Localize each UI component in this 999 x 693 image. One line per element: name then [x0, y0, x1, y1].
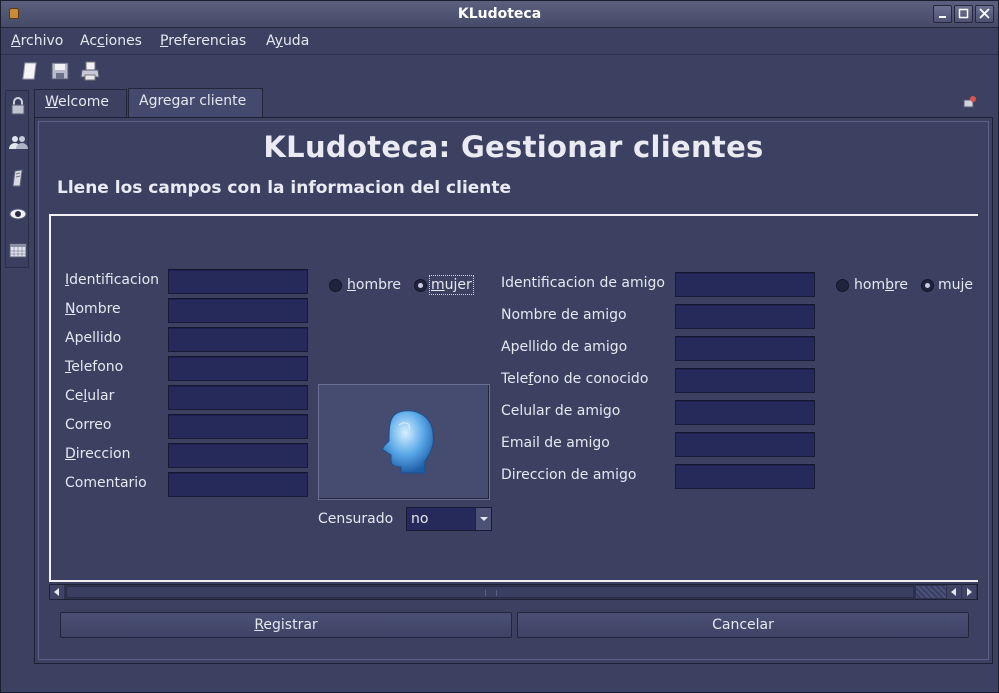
close-tab-icon: [963, 96, 976, 108]
app-window: KLudoteca Archivo Acciones Preferencias …: [0, 0, 999, 693]
minimize-button[interactable]: [933, 5, 952, 23]
menu-ayuda[interactable]: Ayuda: [266, 33, 309, 49]
calendar-button[interactable]: [8, 240, 28, 260]
print-icon: [80, 61, 100, 81]
arrow-left-icon: [951, 588, 956, 596]
friend-direccion-field[interactable]: [675, 464, 815, 489]
minimize-icon: [939, 16, 946, 18]
scroll-thumb[interactable]: [66, 586, 914, 598]
nombre-label: Nombre: [65, 301, 121, 317]
users-button[interactable]: [8, 132, 28, 152]
scroll-left-button[interactable]: [50, 585, 64, 599]
friend-mujer-radio[interactable]: [921, 279, 934, 292]
nombre-field[interactable]: [168, 298, 308, 323]
title-bar[interactable]: KLudoteca: [1, 1, 998, 28]
celular-field[interactable]: [168, 385, 308, 410]
friend-hombre-label[interactable]: hombre: [854, 277, 908, 293]
identificacion-label: Identificacion: [65, 272, 160, 288]
grip-icon: [485, 590, 497, 596]
maximize-icon: [958, 8, 969, 19]
mujer-radio[interactable]: [414, 279, 427, 292]
friend-nombre-label: Nombre de amigo: [501, 307, 627, 323]
friend-celular-label: Celular de amigo: [501, 403, 621, 419]
correo-field[interactable]: [168, 414, 308, 439]
save-icon: [51, 62, 69, 80]
friend-email-label: Email de amigo: [501, 435, 610, 451]
friend-telefono-label: Telefono de conocido: [501, 371, 649, 387]
censurado-label: Censurado: [318, 511, 394, 527]
new-document-button[interactable]: [19, 60, 41, 82]
friend-nombre-field[interactable]: [675, 304, 815, 329]
tab-agregar-cliente[interactable]: Agregar cliente: [128, 88, 263, 117]
tab-panel: KLudoteca: Gestionar clientes Llene los …: [34, 117, 993, 664]
direccion-label: Direccion: [65, 446, 131, 462]
page-title: KLudoteca: Gestionar clientes: [263, 130, 764, 164]
save-button[interactable]: [49, 60, 71, 82]
registrar-button[interactable]: Registrar: [60, 612, 512, 638]
menu-bar: Archivo Acciones Preferencias Ayuda: [1, 29, 998, 55]
menu-preferencias[interactable]: Preferencias: [160, 33, 246, 49]
friend-apellido-field[interactable]: [675, 336, 815, 361]
friend-hombre-radio[interactable]: [836, 279, 849, 292]
friend-identificacion-label: Identificacion de amigo: [501, 275, 665, 291]
identificacion-field[interactable]: [168, 269, 308, 294]
note-icon: [12, 169, 23, 187]
correo-label: Correo: [65, 417, 112, 433]
toolbar: [1, 57, 998, 87]
arrow-left-icon: [54, 588, 59, 596]
censurado-value: no: [411, 511, 429, 527]
print-button[interactable]: [79, 60, 101, 82]
lock-button[interactable]: [8, 96, 28, 116]
note-button[interactable]: [8, 168, 28, 188]
menu-archivo[interactable]: Archivo: [11, 33, 63, 49]
comentario-field[interactable]: [168, 472, 308, 497]
close-button[interactable]: [975, 5, 994, 23]
celular-label: Celular: [65, 388, 115, 404]
friend-celular-field[interactable]: [675, 400, 815, 425]
new-document-icon: [22, 62, 37, 80]
friend-direccion-label: Direccion de amigo: [501, 467, 637, 483]
arrow-right-icon: [967, 588, 972, 596]
hombre-radio[interactable]: [329, 279, 342, 292]
window-title: KLudoteca: [457, 6, 542, 22]
close-tab-button[interactable]: [962, 95, 978, 109]
eye-icon: [9, 208, 27, 220]
comentario-label: Comentario: [65, 475, 147, 491]
friend-apellido-label: Apellido de amigo: [501, 339, 628, 355]
eye-button[interactable]: [8, 204, 28, 224]
tab-welcome[interactable]: Welcome: [34, 89, 127, 117]
friend-mujer-label[interactable]: muje: [938, 277, 973, 293]
side-toolbar: [5, 90, 29, 268]
scroll-track[interactable]: [916, 586, 946, 598]
calendar-icon: [9, 243, 27, 258]
form-area: Identificacion Nombre Apellido Telefono …: [49, 214, 978, 582]
scroll-right-button[interactable]: [962, 585, 976, 599]
censurado-select[interactable]: no: [406, 507, 492, 531]
menu-acciones[interactable]: Acciones: [80, 33, 142, 49]
page-subtitle: Llene los campos con la informacion del …: [57, 178, 512, 198]
photo-button[interactable]: [318, 384, 490, 500]
head-icon: [382, 410, 434, 474]
apellido-label: Apellido: [65, 330, 122, 346]
lock-icon: [11, 97, 25, 115]
friend-identificacion-field[interactable]: [675, 272, 815, 297]
apellido-field[interactable]: [168, 327, 308, 352]
telefono-label: Telefono: [65, 359, 124, 375]
friend-email-field[interactable]: [675, 432, 815, 457]
direccion-field[interactable]: [168, 443, 308, 468]
hombre-label[interactable]: hombre: [347, 277, 401, 293]
mujer-label[interactable]: mujer: [429, 275, 474, 295]
friend-telefono-field[interactable]: [675, 368, 815, 393]
maximize-button[interactable]: [954, 5, 973, 23]
close-icon: [979, 8, 990, 19]
users-icon: [9, 136, 28, 149]
telefono-field[interactable]: [168, 356, 308, 381]
chevron-down-icon[interactable]: [475, 508, 491, 530]
cancelar-button[interactable]: Cancelar: [517, 612, 969, 638]
horizontal-scrollbar[interactable]: [49, 584, 978, 600]
scroll-left-button-2[interactable]: [947, 585, 961, 599]
